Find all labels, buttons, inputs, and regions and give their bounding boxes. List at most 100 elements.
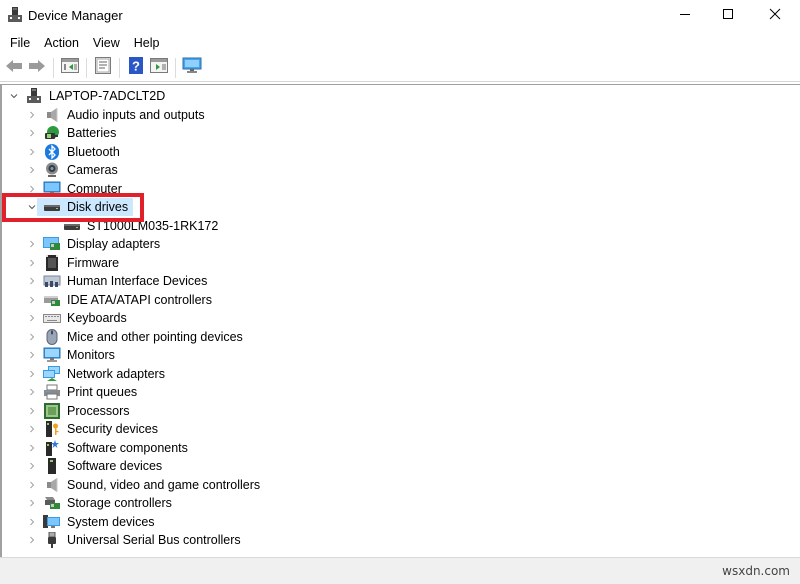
chevron-right-icon[interactable] [27,235,37,253]
tree-item-content: Print queues [37,383,142,401]
maximize-button[interactable] [705,0,751,32]
tree-category-display-adapters[interactable]: Display adapters [27,235,165,253]
computer-root-icon [25,88,43,104]
tree-item-content: Security devices [37,420,163,438]
tree-category-human-interface-devices[interactable]: Human Interface Devices [27,272,212,290]
tree-category-bluetooth[interactable]: Bluetooth [27,143,125,161]
chevron-right-icon[interactable] [27,494,37,512]
tree-category-ide-ata-atapi-controllers[interactable]: IDE ATA/ATAPI controllers [27,291,217,309]
tree-item-label: IDE ATA/ATAPI controllers [67,292,212,307]
chevron-down-icon[interactable] [27,198,37,216]
tree-category-keyboards[interactable]: Keyboards [27,309,132,327]
tree-category-disk-drives[interactable]: Disk drives [27,198,134,216]
tree-category-software-devices[interactable]: Software devices [27,457,167,475]
tree-item-content: Network adapters [37,365,170,383]
tree-category-monitors[interactable]: Monitors [27,346,120,364]
tree-item-content: Disk drives [37,198,134,216]
tree-category-system-devices[interactable]: System devices [27,513,160,531]
scan-hardware-button[interactable] [181,57,203,79]
properties-icon [95,57,111,79]
firmware-icon [43,254,61,271]
menu-action[interactable]: Action [37,33,86,54]
back-button[interactable] [3,57,25,79]
show-hide-console-tree-button[interactable] [59,57,81,79]
tree-item-content: Sound, video and game controllers [37,476,265,494]
chevron-right-icon[interactable] [27,161,37,179]
chevron-right-icon[interactable] [27,254,37,272]
chevron-right-icon[interactable] [27,180,37,198]
monitor-scan-icon [182,57,202,79]
display-adapter-icon [43,236,61,252]
chevron-right-icon[interactable] [27,328,37,346]
network-adapter-icon [43,365,61,382]
chevron-right-icon[interactable] [27,291,37,309]
tree-item-content: Processors [37,402,135,420]
tree-item-label: LAPTOP-7ADCLT2D [49,89,166,103]
chevron-right-icon[interactable] [27,383,37,401]
tree-category-software-components[interactable]: Software components [27,439,193,457]
show-action-pane-button[interactable] [148,57,170,79]
menu-file[interactable]: File [3,33,37,54]
chevron-right-icon[interactable] [27,365,37,383]
tree-category-security-devices[interactable]: Security devices [27,420,163,438]
chevron-right-icon[interactable] [27,531,37,549]
printer-icon [43,384,61,400]
tree-item-label: System devices [67,514,155,529]
chevron-right-icon[interactable] [27,143,37,161]
tree-category-firmware[interactable]: Firmware [27,254,124,272]
help-button[interactable]: ? [125,57,147,79]
tree-item-content: Cameras [37,161,123,179]
tree-item-content: Software components [37,439,193,457]
chevron-right-icon[interactable] [27,439,37,457]
chevron-right-icon[interactable] [27,346,37,364]
tree-item-label: Human Interface Devices [67,274,208,288]
tree-item-content: Monitors [37,346,120,364]
tree-category-audio-inputs-and-outputs[interactable]: Audio inputs and outputs [27,106,210,124]
tree-item-content: Human Interface Devices [37,272,212,290]
tree-category-processors[interactable]: Processors [27,402,135,420]
tree-item-label: Firmware [67,255,120,270]
chevron-right-icon[interactable] [27,476,37,494]
tree-item-label: Monitors [67,348,115,362]
tree-item-label: Audio inputs and outputs [67,107,205,122]
tree-item-content: Bluetooth [37,143,125,161]
chevron-right-icon[interactable] [27,106,37,124]
tree-category-computer[interactable]: Computer [27,180,127,198]
forward-button[interactable] [26,57,48,79]
speaker-icon [43,477,61,493]
chevron-right-icon[interactable] [27,309,37,327]
tree-item-label: Processors [67,403,130,418]
chevron-right-icon[interactable] [27,457,37,475]
menu-view[interactable]: View [86,33,127,54]
tree-item-label: Display adapters [67,237,161,251]
tree-category-storage-controllers[interactable]: Storage controllers [27,494,177,512]
window-title: Device Manager [28,8,123,23]
chevron-right-icon[interactable] [27,513,37,531]
tree-category-print-queues[interactable]: Print queues [27,383,142,401]
chevron-right-icon[interactable] [27,272,37,290]
toolbar-separator [53,58,54,78]
watermark-text: wsxdn.com [722,564,790,578]
chevron-right-icon[interactable] [27,420,37,438]
tree-item-content: Keyboards [37,309,132,327]
tree-item-content: Universal Serial Bus controllers [37,531,246,549]
chevron-right-icon[interactable] [27,402,37,420]
tree-category-cameras[interactable]: Cameras [27,161,123,179]
tree-category-sound-video-and-game-controllers[interactable]: Sound, video and game controllers [27,476,265,494]
chevron-right-icon[interactable] [27,124,37,142]
properties-button[interactable] [92,57,114,79]
menu-help[interactable]: Help [127,33,167,54]
tree-device-item[interactable]: ST1000LM035-1RK172 [47,217,223,235]
tree-category-network-adapters[interactable]: Network adapters [27,365,170,383]
minimize-button[interactable] [662,0,708,32]
close-button[interactable] [752,0,798,32]
tree-category-universal-serial-bus-controllers[interactable]: Universal Serial Bus controllers [27,531,246,549]
chevron-down-icon[interactable] [9,87,19,105]
system-devices-icon [43,514,61,530]
tree-category-batteries[interactable]: Batteries [27,124,121,142]
tree-root-computer[interactable]: LAPTOP-7ADCLT2D [9,87,170,105]
tree-category-mice-and-other-pointing-devices[interactable]: Mice and other pointing devices [27,328,248,346]
maximize-icon [722,7,734,25]
tree-item-content: System devices [37,513,160,531]
